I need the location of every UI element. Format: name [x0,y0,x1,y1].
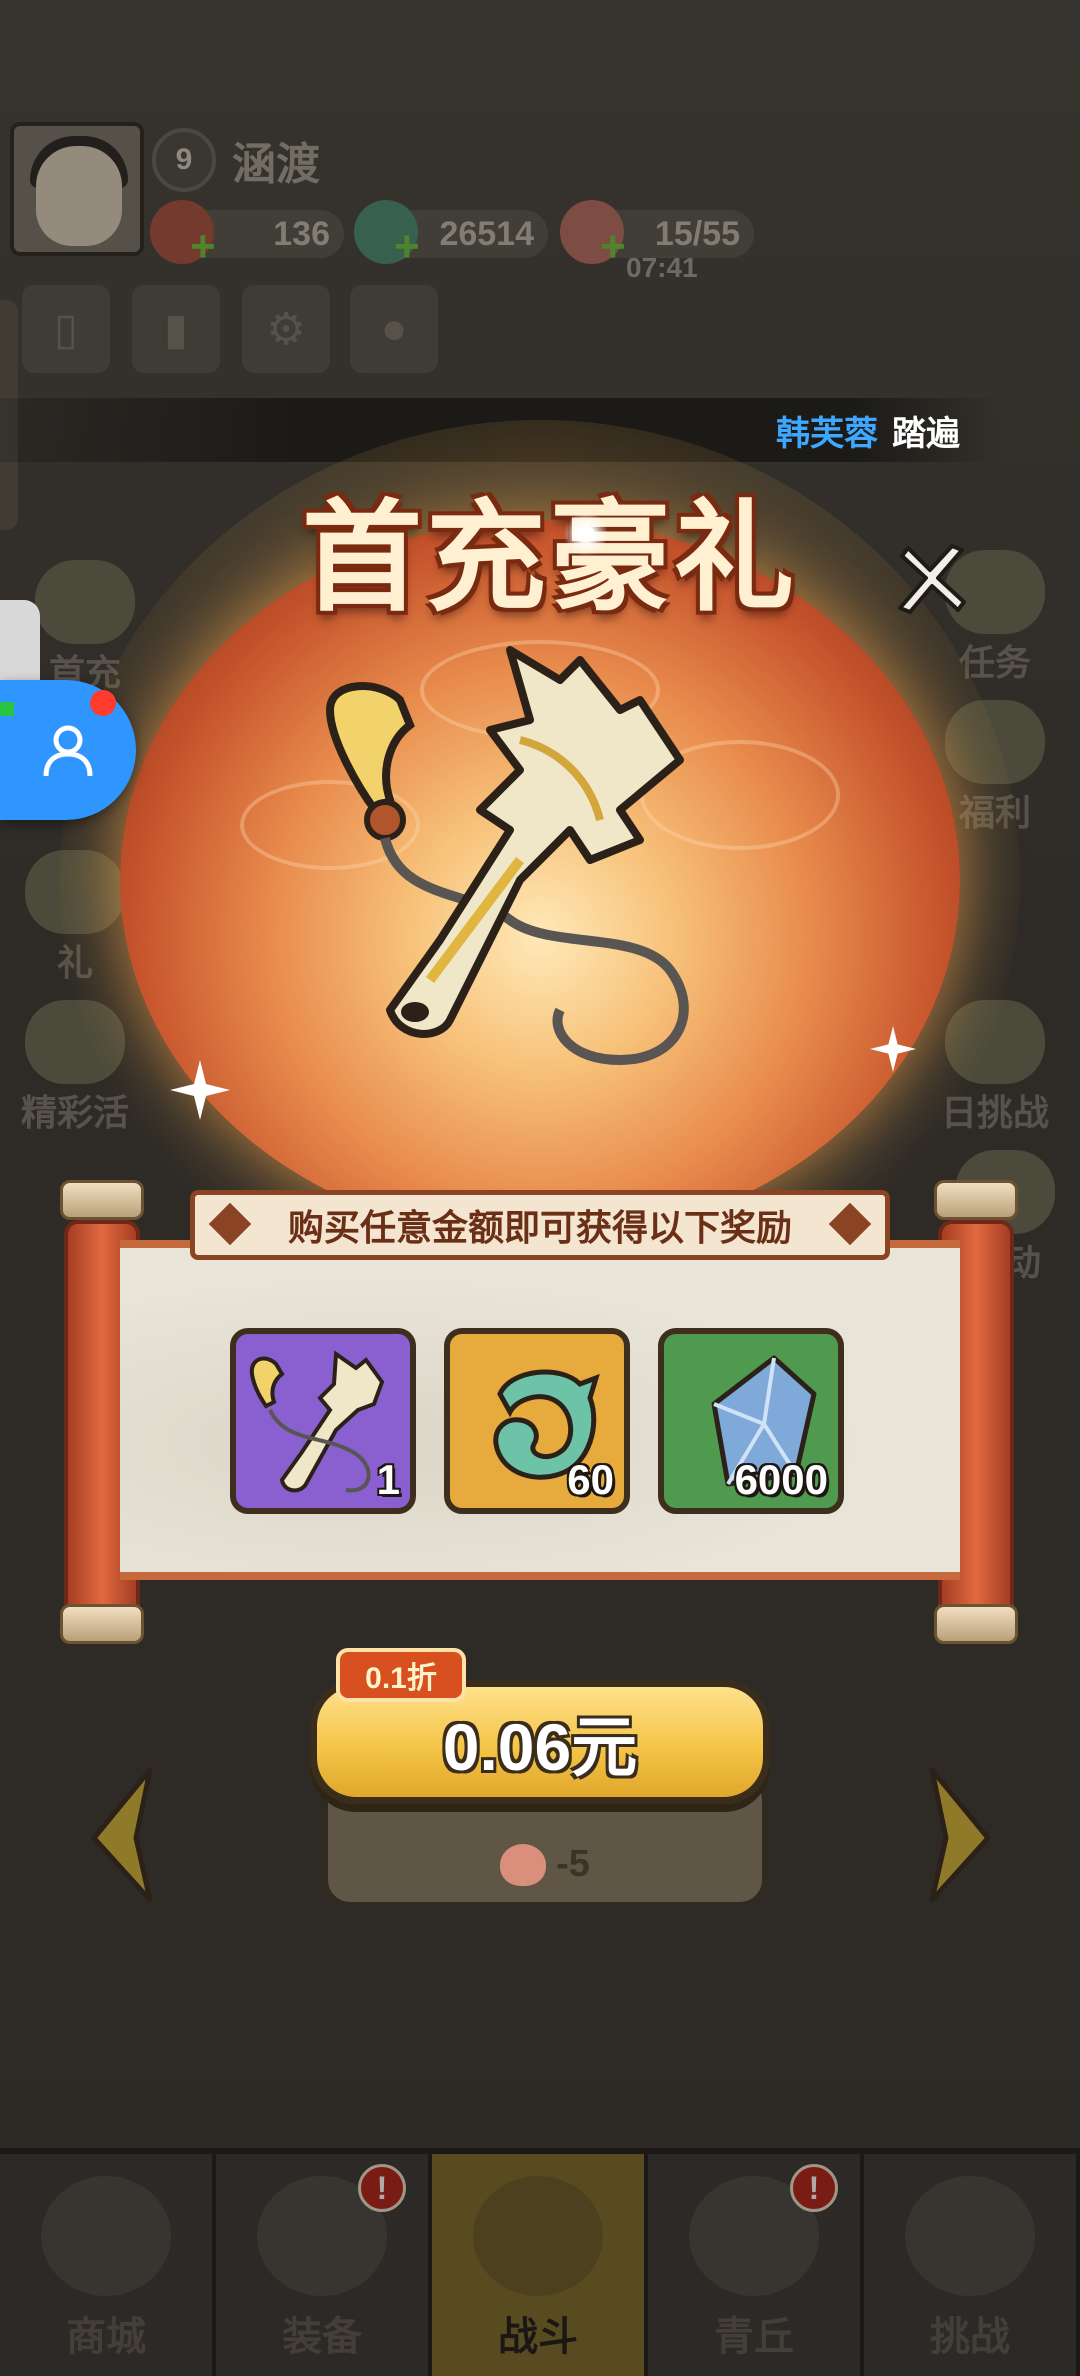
sparkle-icon [870,1026,916,1072]
reward-count: 1 [376,1456,400,1503]
close-button[interactable] [880,530,980,630]
reward-ribbon: 购买任意金额即可获得以下奖励 [190,1190,890,1260]
next-page-button[interactable] [912,1760,1002,1910]
scroll-cap [934,1604,1018,1644]
prev-page-button[interactable] [80,1760,170,1910]
chevron-right-icon [929,1767,991,1903]
marquee-player-name: 韩芙蓉 [776,413,878,454]
reward-item[interactable]: 1 [230,1328,416,1514]
ginkgo-pendant-icon [325,646,689,1066]
discount-badge: 0.1折 [336,1648,466,1702]
cost-row: -5 [328,1843,762,1886]
status-indicator [0,702,14,716]
buy-price: 0.06元 [442,1710,638,1784]
title-sparkle-icon [560,508,612,560]
scroll-cap [934,1180,1018,1220]
notification-dot [90,690,116,716]
ribbon-diamond [208,1202,252,1246]
scroll-cap [60,1604,144,1644]
reward-ribbon-text: 购买任意金额即可获得以下奖励 [287,1207,792,1248]
reward-item[interactable]: 60 [444,1328,630,1514]
marquee-text: 踏遍 [892,413,960,454]
sparkle-icon [170,1060,230,1120]
floating-assistant-button[interactable] [0,680,136,820]
peach-icon [500,1843,547,1886]
cost-value: -5 [556,1843,590,1885]
popup-title: 首充豪礼 [302,487,798,628]
reward-count: 60 [567,1456,614,1503]
ribbon-diamond [828,1202,872,1246]
reward-item[interactable]: 6000 [658,1328,844,1514]
close-icon [898,544,966,614]
scroll-cap [60,1180,144,1220]
reward-count: 6000 [734,1456,828,1503]
user-icon [43,725,93,777]
chevron-left-icon [91,1767,153,1903]
